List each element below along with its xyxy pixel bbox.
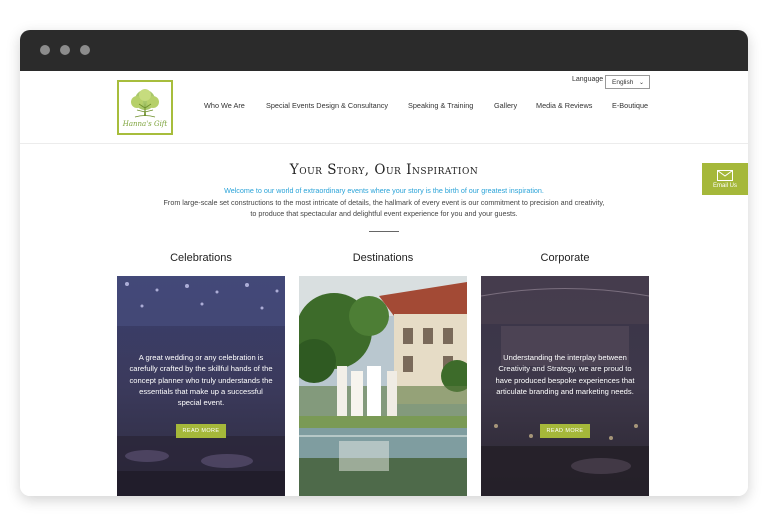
nav-gallery[interactable]: Gallery xyxy=(494,101,517,110)
browser-window: Hanna's Gift Language English ⌄ Who We A… xyxy=(20,30,748,496)
nav-special-events[interactable]: Special Events Design & Consultancy xyxy=(266,101,388,110)
window-close-dot[interactable] xyxy=(40,45,50,55)
envelope-icon xyxy=(717,169,733,181)
language-label: Language xyxy=(572,76,604,83)
section-title-corporate: Corporate xyxy=(540,252,590,264)
browser-titlebar xyxy=(20,30,748,71)
page-title: Your Story, Our Inspiration xyxy=(289,162,479,178)
corporate-read-more-button[interactable]: READ MORE xyxy=(540,424,590,438)
language-value: English xyxy=(612,78,634,86)
language-select[interactable]: English ⌄ xyxy=(605,75,650,89)
celebrations-text: A great wedding or any celebration is ca… xyxy=(129,353,273,408)
logo-text: Hanna's Gift xyxy=(122,119,168,128)
header-divider xyxy=(20,143,748,144)
section-title-destinations: Destinations xyxy=(352,252,414,264)
card-destinations[interactable] xyxy=(299,276,467,496)
destinations-image xyxy=(299,276,467,496)
nav-speaking-training[interactable]: Speaking & Training xyxy=(408,101,473,110)
email-us-label: Email Us xyxy=(712,182,737,189)
section-divider xyxy=(369,231,399,232)
email-us-button[interactable]: Email Us xyxy=(702,163,748,195)
card-corporate[interactable]: Understanding the interplay between Crea… xyxy=(481,276,649,496)
window-maximize-dot[interactable] xyxy=(80,45,90,55)
section-title-celebrations: Celebrations xyxy=(170,252,232,264)
nav-e-boutique[interactable]: E-Boutique xyxy=(612,101,648,110)
main-nav: Who We Are Special Events Design & Consu… xyxy=(20,101,748,113)
window-minimize-dot[interactable] xyxy=(60,45,70,55)
celebrations-read-more-button[interactable]: READ MORE xyxy=(176,424,226,438)
card-celebrations[interactable]: A great wedding or any celebration is ca… xyxy=(117,276,285,496)
corporate-text: Understanding the interplay between Crea… xyxy=(495,353,635,396)
page-viewport: Hanna's Gift Language English ⌄ Who We A… xyxy=(20,71,748,496)
intro-description: From large-scale set constructions to th… xyxy=(163,198,605,218)
nav-who-we-are[interactable]: Who We Are xyxy=(204,101,245,110)
welcome-text: Welcome to our world of extraordinary ev… xyxy=(224,186,544,195)
chevron-down-icon: ⌄ xyxy=(638,79,644,86)
nav-media-reviews[interactable]: Media & Reviews xyxy=(536,101,592,110)
